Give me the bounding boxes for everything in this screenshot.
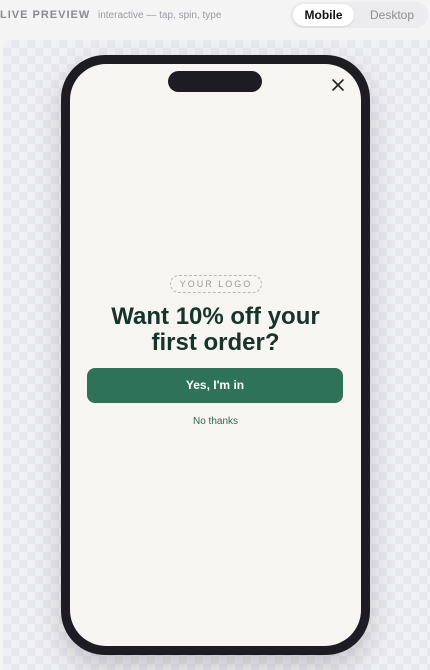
phone-frame: YOUR LOGO Want 10% off your first order?…: [61, 55, 370, 655]
phone-notch: [168, 71, 262, 92]
mobile-toggle-button[interactable]: Mobile: [293, 4, 354, 26]
popup-headline: Want 10% off your first order?: [70, 304, 361, 356]
logo-placeholder: YOUR LOGO: [170, 275, 262, 293]
headline-line-1: Want 10% off your: [111, 303, 320, 330]
accept-offer-button[interactable]: Yes, I'm in: [87, 368, 343, 403]
close-button[interactable]: [327, 74, 349, 96]
device-toggle: Mobile Desktop: [290, 2, 428, 28]
interaction-hint: interactive — tap, spin, type: [98, 10, 222, 21]
desktop-toggle-button[interactable]: Desktop: [360, 4, 424, 26]
live-preview-label: LIVE PREVIEW: [0, 9, 91, 21]
no-thanks-link[interactable]: No thanks: [70, 416, 361, 427]
close-icon: [332, 79, 344, 91]
preview-header: LIVE PREVIEW interactive — tap, spin, ty…: [0, 0, 430, 32]
phone-screen: YOUR LOGO Want 10% off your first order?…: [70, 64, 361, 646]
headline-line-2: first order?: [151, 329, 280, 356]
